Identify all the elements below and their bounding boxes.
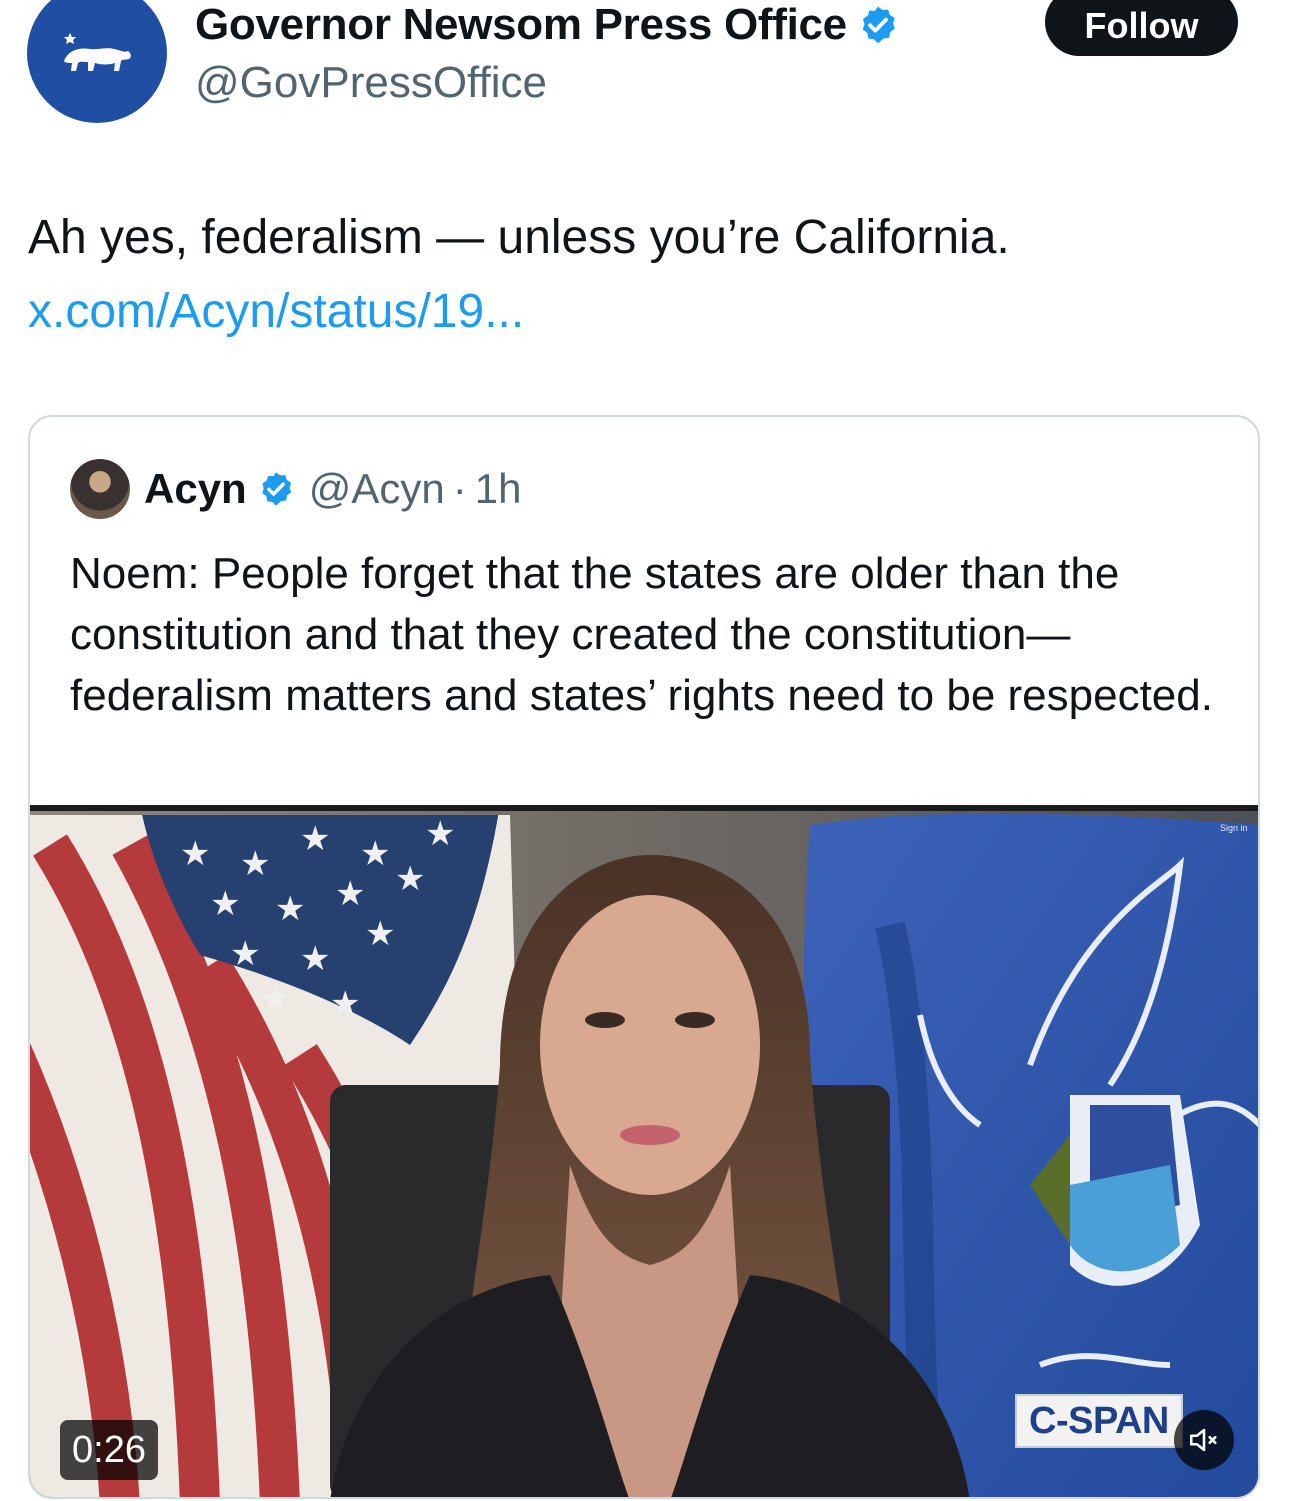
- quoted-post-time[interactable]: 1h: [475, 461, 522, 517]
- follow-button[interactable]: Follow: [1045, 0, 1238, 56]
- svg-text:★: ★: [395, 859, 425, 899]
- speaker-muted-icon: [1189, 1428, 1217, 1452]
- svg-text:★: ★: [240, 844, 270, 884]
- svg-text:★: ★: [330, 984, 360, 1024]
- quoted-post-card[interactable]: Acyn @Acyn · 1h Noem: People forget that…: [28, 415, 1260, 1499]
- cspan-watermark: C-SPAN: [1015, 1394, 1183, 1448]
- quoted-author-name[interactable]: Acyn: [144, 461, 247, 517]
- quoted-post-header: Acyn @Acyn · 1h: [144, 461, 521, 517]
- california-bear-icon: [64, 33, 131, 71]
- post-text: Ah yes, federalism — unless you’re Calif…: [28, 211, 1010, 264]
- svg-text:★: ★: [335, 874, 365, 914]
- svg-text:★: ★: [180, 834, 210, 874]
- quoted-author-avatar[interactable]: [70, 459, 130, 519]
- svg-text:★: ★: [230, 934, 260, 974]
- video-top-border: [30, 805, 1258, 811]
- author-avatar[interactable]: [27, 0, 167, 123]
- svg-text:★: ★: [365, 914, 395, 954]
- svg-text:★: ★: [210, 884, 240, 924]
- svg-text:★: ★: [300, 819, 330, 859]
- verified-badge-icon: [257, 470, 295, 508]
- verified-badge-icon: [857, 4, 899, 46]
- quoted-author-handle[interactable]: @Acyn: [309, 461, 445, 517]
- svg-text:★: ★: [425, 814, 455, 854]
- author-name-text: Governor Newsom Press Office: [195, 0, 847, 49]
- svg-text:★: ★: [260, 979, 290, 1019]
- svg-text:★: ★: [360, 834, 390, 874]
- svg-text:★: ★: [300, 939, 330, 979]
- author-handle[interactable]: @GovPressOffice: [195, 58, 547, 108]
- meta-separator: ·: [452, 465, 467, 512]
- quoted-post-text: Noem: People forget that the states are …: [70, 549, 1213, 720]
- mute-button[interactable]: [1174, 1410, 1234, 1470]
- svg-text:★: ★: [275, 889, 305, 929]
- post-link[interactable]: x.com/Acyn/status/19...: [28, 282, 524, 342]
- video-corner-tag: Sign in: [1220, 823, 1248, 833]
- author-display-name[interactable]: Governor Newsom Press Office: [195, 0, 899, 50]
- video-duration: 0:26: [60, 1420, 158, 1480]
